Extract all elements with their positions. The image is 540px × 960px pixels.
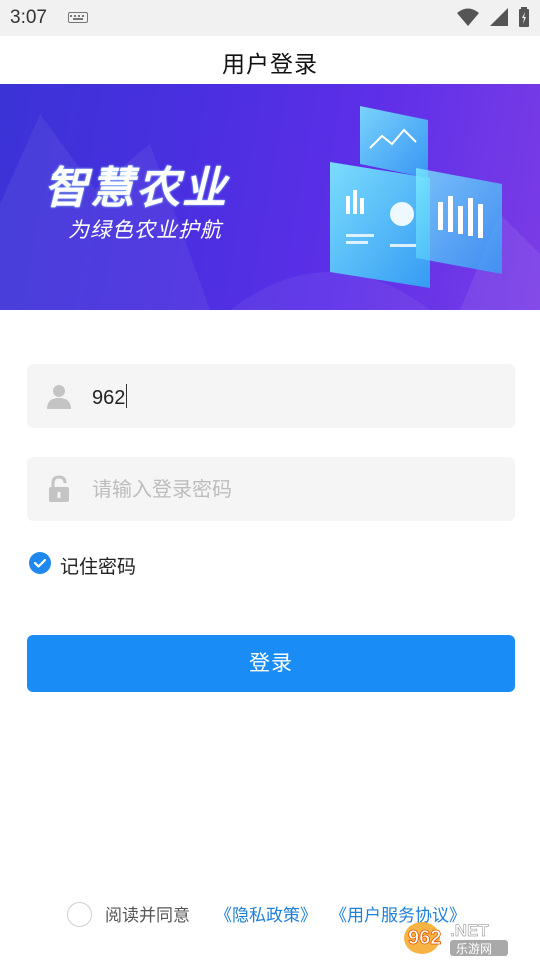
login-button[interactable]: 登录: [27, 635, 515, 692]
keyboard-icon: [68, 12, 88, 23]
svg-text:962: 962: [408, 927, 441, 949]
text-caret: [126, 384, 128, 408]
status-bar: 3:07: [0, 0, 540, 36]
agree-checkbox[interactable]: [67, 902, 92, 927]
remember-label: 记住密码: [60, 556, 137, 578]
agree-text: 阅读并同意: [105, 906, 190, 926]
remember-checkbox[interactable]: [29, 552, 51, 574]
privacy-policy-link[interactable]: 《隐私政策》: [215, 901, 317, 926]
page-title: 用户登录: [222, 52, 318, 78]
wifi-icon: [456, 8, 479, 26]
status-time: 3:07: [10, 7, 47, 28]
username-input[interactable]: 962: [92, 384, 128, 410]
lock-icon: [49, 475, 69, 502]
user-icon: [47, 385, 71, 409]
username-field[interactable]: 962: [27, 364, 515, 428]
svg-text:乐游网: 乐游网: [456, 942, 492, 956]
password-field[interactable]: [27, 457, 515, 521]
signal-icon: [489, 8, 508, 26]
banner-title: 智慧农业: [44, 163, 228, 214]
password-input[interactable]: [92, 471, 492, 507]
banner-subtitle: 为绿色农业护航: [68, 218, 222, 242]
system-icons: [452, 6, 530, 30]
app-header: 用户登录: [0, 36, 540, 84]
banner: 智慧农业 为绿色农业护航: [0, 84, 540, 310]
svg-text:.NET: .NET: [450, 921, 489, 940]
dashboard-illustration: [330, 106, 502, 288]
watermark-logo: 962 .NET 乐游网: [400, 910, 534, 958]
check-icon: [33, 558, 47, 568]
battery-icon: [519, 7, 529, 27]
